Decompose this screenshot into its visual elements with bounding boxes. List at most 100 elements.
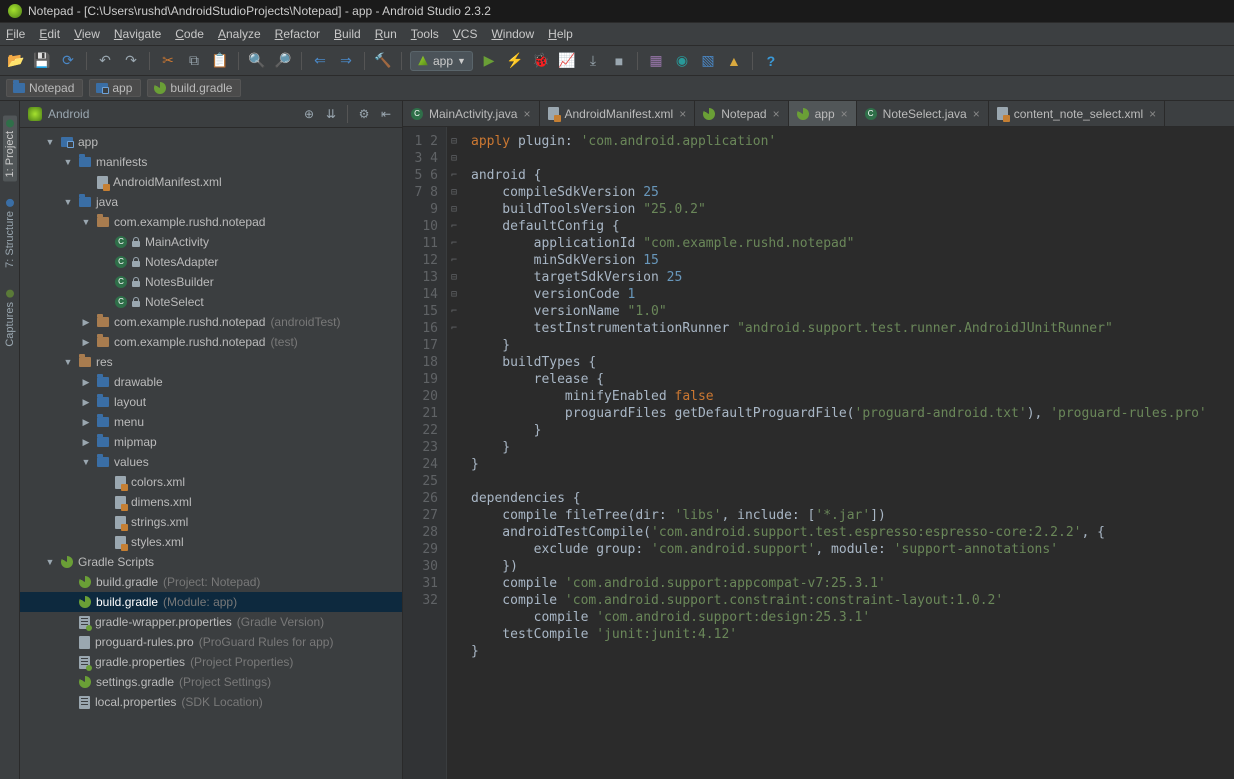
tree-item[interactable]: ▶menu (20, 412, 402, 432)
chevron-down-icon[interactable]: ▼ (80, 457, 92, 467)
breadcrumb-app[interactable]: app (89, 79, 141, 97)
editor-tab[interactable]: app× (789, 101, 857, 126)
breadcrumb-notepad[interactable]: Notepad (6, 79, 83, 97)
close-icon[interactable]: × (841, 107, 848, 121)
tool-tab-structure[interactable]: 7: Structure (3, 195, 17, 272)
chevron-down-icon[interactable]: ▼ (44, 137, 56, 147)
menu-window[interactable]: Window (491, 27, 534, 41)
redo-icon[interactable]: ↷ (121, 51, 141, 71)
tree-item[interactable]: ▶com.example.rushd.notepad (test) (20, 332, 402, 352)
android-monitor-icon[interactable]: ▲ (724, 51, 744, 71)
tree-item[interactable]: ▶mipmap (20, 432, 402, 452)
chevron-right-icon[interactable]: ▶ (80, 437, 92, 448)
tree-item[interactable]: ▸local.properties (SDK Location) (20, 692, 402, 712)
tree-item[interactable]: ▸CNoteSelect (20, 292, 402, 312)
hide-icon[interactable]: ⇤ (378, 106, 394, 122)
run-icon[interactable]: ▶ (479, 51, 499, 71)
scroll-from-source-icon[interactable]: ⊕ (301, 106, 317, 122)
avd-manager-icon[interactable]: ▦ (646, 51, 666, 71)
close-icon[interactable]: × (973, 107, 980, 121)
menu-code[interactable]: Code (175, 27, 204, 41)
stop-icon[interactable]: ■ (609, 51, 629, 71)
menu-view[interactable]: View (74, 27, 100, 41)
chevron-down-icon[interactable]: ▼ (62, 197, 74, 207)
make-project-icon[interactable]: 🔨 (373, 51, 393, 71)
chevron-right-icon[interactable]: ▶ (80, 337, 92, 348)
cut-icon[interactable]: ✂ (158, 51, 178, 71)
close-icon[interactable]: × (679, 107, 686, 121)
tree-item[interactable]: ▶layout (20, 392, 402, 412)
tree-item[interactable]: ▸proguard-rules.pro (ProGuard Rules for … (20, 632, 402, 652)
menu-run[interactable]: Run (375, 27, 397, 41)
tree-item[interactable]: ▸gradle-wrapper.properties (Gradle Versi… (20, 612, 402, 632)
tree-item[interactable]: ▸gradle.properties (Project Properties) (20, 652, 402, 672)
tree-item[interactable]: ▶drawable (20, 372, 402, 392)
undo-icon[interactable]: ↶ (95, 51, 115, 71)
menu-tools[interactable]: Tools (411, 27, 439, 41)
chevron-down-icon[interactable]: ▼ (62, 357, 74, 367)
sync-icon[interactable]: ⟳ (58, 51, 78, 71)
chevron-right-icon[interactable]: ▶ (80, 317, 92, 328)
fold-column[interactable]: ⊟ ⊟ ⌐ ⊟ ⊟ ⌐ ⌐ ⌐ ⊟ ⊟ ⌐ ⌐ (447, 127, 461, 779)
copy-icon[interactable]: ⧉ (184, 51, 204, 71)
menu-refactor[interactable]: Refactor (275, 27, 320, 41)
open-icon[interactable]: 📂 (6, 51, 26, 71)
tree-item[interactable]: ▸CNotesBuilder (20, 272, 402, 292)
tree-item[interactable]: ▸build.gradle (Module: app) (20, 592, 402, 612)
forward-icon[interactable]: ⇒ (336, 51, 356, 71)
menu-build[interactable]: Build (334, 27, 361, 41)
menu-vcs[interactable]: VCS (453, 27, 478, 41)
tree-item[interactable]: ▼values (20, 452, 402, 472)
code-area[interactable]: apply plugin: 'com.android.application' … (461, 127, 1234, 779)
gear-icon[interactable]: ⚙ (356, 106, 372, 122)
project-view-mode[interactable]: Android (48, 107, 295, 121)
menu-analyze[interactable]: Analyze (218, 27, 261, 41)
profile-icon[interactable]: 📈 (557, 51, 577, 71)
tool-tab-project[interactable]: 1: Project (3, 115, 17, 181)
chevron-right-icon[interactable]: ▶ (80, 377, 92, 388)
close-icon[interactable]: × (1149, 107, 1156, 121)
tree-item[interactable]: ▸CNotesAdapter (20, 252, 402, 272)
tree-item[interactable]: ▼com.example.rushd.notepad (20, 212, 402, 232)
close-icon[interactable]: × (773, 107, 780, 121)
tree-item[interactable]: ▸styles.xml (20, 532, 402, 552)
tree-item[interactable]: ▸settings.gradle (Project Settings) (20, 672, 402, 692)
paste-icon[interactable]: 📋 (210, 51, 230, 71)
save-icon[interactable]: 💾 (32, 51, 52, 71)
tree-item[interactable]: ▸build.gradle (Project: Notepad) (20, 572, 402, 592)
editor-tab[interactable]: content_note_select.xml× (989, 101, 1165, 126)
menu-help[interactable]: Help (548, 27, 573, 41)
tree-item[interactable]: ▼manifests (20, 152, 402, 172)
breadcrumb-build-gradle[interactable]: build.gradle (147, 79, 241, 97)
menu-edit[interactable]: Edit (39, 27, 60, 41)
tool-tab-captures[interactable]: Captures (3, 286, 17, 351)
tree-item[interactable]: ▸colors.xml (20, 472, 402, 492)
editor-tab[interactable]: AndroidManifest.xml× (540, 101, 696, 126)
tree-item[interactable]: ▼java (20, 192, 402, 212)
run-config-selector[interactable]: app ▼ (410, 51, 473, 71)
sdk-manager-icon[interactable]: ◉ (672, 51, 692, 71)
debug-icon[interactable]: 🐞 (531, 51, 551, 71)
chevron-down-icon[interactable]: ▼ (62, 157, 74, 167)
help-icon[interactable]: ? (761, 51, 781, 71)
chevron-right-icon[interactable]: ▶ (80, 417, 92, 428)
apply-changes-icon[interactable]: ⚡ (505, 51, 525, 71)
chevron-right-icon[interactable]: ▶ (80, 397, 92, 408)
tree-item[interactable]: ▼Gradle Scripts (20, 552, 402, 572)
chevron-down-icon[interactable]: ▼ (80, 217, 92, 227)
find-icon[interactable]: 🔍 (247, 51, 267, 71)
tree-item[interactable]: ▸dimens.xml (20, 492, 402, 512)
tree-item[interactable]: ▸strings.xml (20, 512, 402, 532)
code-editor[interactable]: 1 2 3 4 5 6 7 8 9 10 11 12 13 14 15 16 1… (403, 127, 1234, 779)
replace-icon[interactable]: 🔎 (273, 51, 293, 71)
editor-tab[interactable]: CMainActivity.java× (403, 101, 540, 126)
tree-item[interactable]: ▼app (20, 132, 402, 152)
attach-debugger-icon[interactable]: ⤓ (583, 51, 603, 71)
menu-navigate[interactable]: Navigate (114, 27, 161, 41)
layout-inspector-icon[interactable]: ▧ (698, 51, 718, 71)
project-tree[interactable]: ▼app▼manifests▸AndroidManifest.xml▼java▼… (20, 128, 402, 779)
menu-file[interactable]: File (6, 27, 25, 41)
tree-item[interactable]: ▶com.example.rushd.notepad (androidTest) (20, 312, 402, 332)
back-icon[interactable]: ⇐ (310, 51, 330, 71)
chevron-down-icon[interactable]: ▼ (44, 557, 56, 567)
